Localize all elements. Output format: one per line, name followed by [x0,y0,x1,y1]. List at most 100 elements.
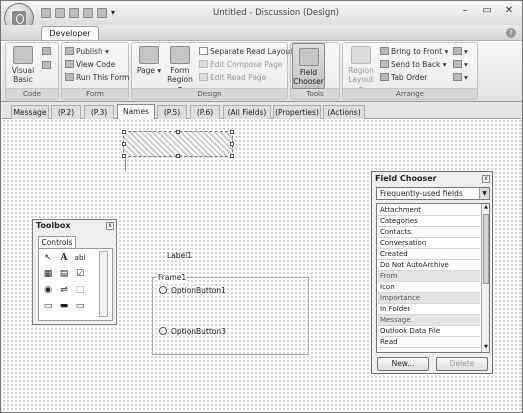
close-button[interactable]: ✕ [498,4,520,19]
bring-to-front-button[interactable]: Bring to Front ▾ [380,47,448,57]
tab-p3[interactable]: (P.3) [84,105,114,119]
resize-handle[interactable] [230,130,234,134]
toolbox-tab-controls[interactable]: Controls [38,236,76,248]
field-list[interactable]: Attachment Categories Contacts Conversat… [376,203,490,353]
toggle-button-tool-icon[interactable]: ⇌ [57,283,71,297]
toolbox-title[interactable]: Toolbox [33,220,116,231]
run-this-form-button[interactable]: Run This Form [65,73,129,83]
field-item-icon[interactable]: Icon [378,282,480,293]
field-item-contacts[interactable]: Contacts [378,227,480,238]
new-field-button[interactable]: New... [377,357,429,371]
customize-quick-access-icon[interactable]: ▾ [111,8,119,18]
textbox-tool-icon[interactable]: abl [73,251,87,265]
form-region-icon [170,46,190,64]
resize-handle[interactable] [176,130,180,134]
size-button[interactable]: ▾ [453,60,468,70]
redo-icon[interactable] [69,8,79,18]
field-item-outlook-data-file[interactable]: Outlook Data File [378,326,480,337]
select-pointer-icon[interactable]: ↖ [41,251,55,265]
combobox-tool-icon[interactable]: ▦ [41,267,55,281]
field-set-dropdown[interactable]: Frequently-used fields ▼ [376,187,490,200]
run-form-icon [65,73,74,81]
toolbox-panel: Toolbox x Controls ↖ A abl ▦ ▤ ☑ ◉ ⇌ ⬚ ▭… [32,219,117,325]
macro-security-button[interactable] [42,61,53,71]
resize-handle[interactable] [122,130,126,134]
selected-control[interactable] [122,130,234,158]
tab-actions[interactable]: (Actions) [323,105,365,119]
help-icon[interactable]: ? [506,28,516,38]
field-chooser-close-icon[interactable]: x [482,175,490,183]
tab-p6[interactable]: (P.6) [190,105,220,119]
scroll-thumb[interactable] [483,214,489,284]
tab-p5[interactable]: (P.5) [157,105,187,119]
align-button[interactable]: ▾ [453,47,468,57]
delete-field-button[interactable]: Delete [436,357,488,371]
field-item-message[interactable]: Message [378,315,480,326]
edit-read-page-button[interactable]: Edit Read Page [199,73,266,83]
visual-basic-button[interactable]: Visual Basic [8,46,38,84]
resize-handle[interactable] [176,154,180,158]
tab-properties[interactable]: (Properties) [273,105,321,119]
multipage-tool-icon[interactable]: ▭ [73,299,87,313]
label1-control[interactable]: Label1 [167,251,192,260]
field-list-scrollbar[interactable]: ▲ ▼ [481,204,489,352]
edit-read-icon [199,73,208,81]
scroll-up-icon[interactable]: ▲ [483,204,489,212]
undo-icon[interactable] [55,8,65,18]
field-item-importance[interactable]: Importance [378,293,480,304]
page-button[interactable]: Page ▾ [135,46,163,75]
frame-tool-icon[interactable]: ⬚ [73,283,87,297]
tab-order-label: Tab Order [391,73,428,82]
save-icon[interactable] [41,8,51,18]
run-this-form-label: Run This Form [76,73,130,82]
form-region-button[interactable]: Form Region ▾ [165,46,195,93]
field-chooser-title[interactable]: Field Chooser [372,172,492,185]
tab-names[interactable]: Names [117,104,155,120]
field-item-read[interactable]: Read [378,337,480,348]
tab-all-fields[interactable]: (All Fields) [223,105,271,119]
tab-developer[interactable]: Developer [41,26,99,41]
down-icon[interactable] [97,8,107,18]
field-item-from[interactable]: From [378,271,480,282]
command-button-tool-icon[interactable]: ▭ [41,299,55,313]
region-layout-button[interactable]: Region Layout ▾ [346,46,376,93]
field-item-in-folder[interactable]: In Folder [378,304,480,315]
resize-handle[interactable] [230,142,234,146]
field-item-do-not-autoarchive[interactable]: Do Not AutoArchive [378,260,480,271]
outlook-design-window: ▾ Untitled - Discussion (Design) – ▭ ✕ D… [0,0,523,413]
group-objects-button[interactable]: ▾ [453,73,468,83]
tabstrip-tool-icon[interactable]: ▬ [57,299,71,313]
field-item-created[interactable]: Created [378,249,480,260]
option-button-3[interactable]: OptionButton3 [159,327,226,336]
option-button-tool-icon[interactable]: ◉ [41,283,55,297]
group-design: Page ▾ Form Region ▾ Separate Read Layou… [131,42,293,100]
checkbox-tool-icon[interactable]: ☑ [73,267,87,281]
tab-order-button[interactable]: Tab Order [380,73,427,83]
minimize-button[interactable]: – [454,4,476,19]
field-item-categories[interactable]: Categories [378,216,480,227]
edit-compose-page-button[interactable]: Edit Compose Page [199,60,282,70]
view-code-button[interactable]: View Code [65,60,115,70]
tab-p2[interactable]: (P.2) [51,105,81,119]
toolbox-scrollbar[interactable] [99,251,108,317]
separate-read-layout-button[interactable]: Separate Read Layout [199,47,293,57]
resize-handle[interactable] [122,142,126,146]
chevron-down-icon[interactable]: ▼ [479,188,489,199]
macros-button[interactable] [42,47,53,57]
field-item-conversation[interactable]: Conversation [378,238,480,249]
option-button-1[interactable]: OptionButton1 [159,286,226,295]
send-to-back-button[interactable]: Send to Back ▾ [380,60,447,70]
listbox-tool-icon[interactable]: ▤ [57,267,71,281]
scroll-down-icon[interactable]: ▼ [483,344,489,352]
maximize-button[interactable]: ▭ [476,4,498,19]
option-button-1-label: OptionButton1 [171,286,226,295]
up-icon[interactable] [83,8,93,18]
field-item-attachment[interactable]: Attachment [378,205,480,216]
visual-basic-icon [13,46,33,64]
resize-handle[interactable] [230,154,234,158]
field-chooser-button[interactable]: Field Chooser [292,43,325,89]
toolbox-close-icon[interactable]: x [106,222,114,230]
label-tool-icon[interactable]: A [57,251,71,265]
tab-message[interactable]: Message [11,105,49,119]
publish-button[interactable]: Publish ▾ [65,47,109,57]
